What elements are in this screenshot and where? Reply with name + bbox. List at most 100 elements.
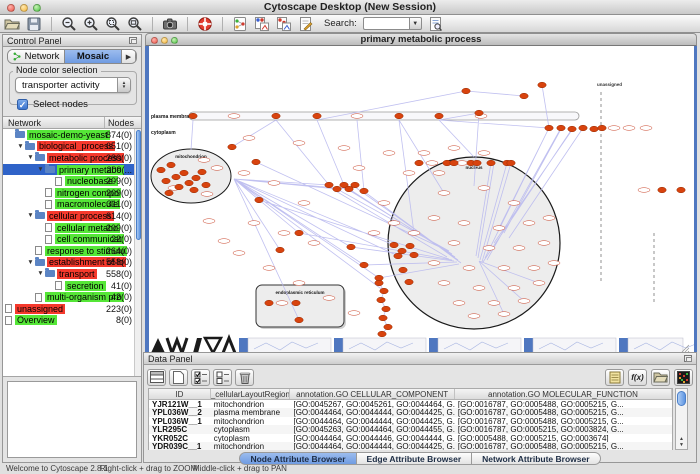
network-node[interactable] — [487, 160, 495, 166]
network-node[interactable] — [473, 160, 481, 166]
close-button[interactable] — [7, 4, 15, 12]
network-node-label[interactable] — [463, 266, 475, 271]
network-node-label[interactable] — [623, 126, 635, 131]
network-node-label[interactable] — [276, 301, 288, 306]
select-nodes-checkbox[interactable]: ✓ — [17, 99, 28, 110]
network-node[interactable] — [360, 188, 368, 194]
network-node-label[interactable] — [293, 141, 305, 146]
network-node[interactable] — [415, 160, 423, 166]
network-node[interactable] — [292, 300, 300, 306]
expand-triangle-icon[interactable]: ▼ — [26, 212, 35, 219]
network-node[interactable] — [405, 279, 413, 285]
float-panel-icon[interactable] — [129, 37, 137, 44]
network-node-label[interactable] — [433, 171, 445, 176]
network-node-label[interactable] — [418, 151, 430, 156]
network-node[interactable] — [538, 82, 546, 88]
network-node[interactable] — [333, 186, 341, 192]
network-node-label[interactable] — [428, 261, 440, 266]
network-node-label[interactable] — [498, 312, 510, 317]
network-node[interactable] — [180, 170, 188, 176]
network-node-label[interactable] — [233, 251, 245, 256]
zoom-button[interactable] — [171, 37, 178, 44]
network-node-label[interactable] — [543, 216, 555, 221]
network-node-label[interactable] — [483, 246, 495, 251]
delete-attribute-button[interactable] — [235, 369, 254, 386]
network-node[interactable] — [228, 144, 236, 150]
network-node[interactable] — [394, 253, 402, 259]
network-node-label[interactable] — [198, 158, 210, 163]
network-node-label[interactable] — [513, 246, 525, 251]
tree-column-nodes[interactable]: Nodes — [105, 117, 141, 128]
tree-item[interactable]: ▼cellular process614(0) — [3, 210, 141, 222]
network-node[interactable] — [579, 125, 587, 131]
network-node-label[interactable] — [403, 171, 415, 176]
network-node[interactable] — [192, 175, 200, 181]
network-node-label[interactable] — [508, 201, 520, 206]
network-node[interactable] — [598, 125, 606, 131]
network-node[interactable] — [377, 297, 385, 303]
tab-node-attribute-browser[interactable]: Node Attribute Browser — [239, 452, 356, 465]
float-panel-icon[interactable] — [684, 355, 692, 362]
network-node[interactable] — [252, 159, 260, 165]
table-row[interactable]: YDR039C__1mitochondrion[GO:0044464, GO:0… — [149, 442, 672, 450]
search-dropdown-button[interactable]: ▼ — [409, 17, 422, 30]
network-node[interactable] — [325, 182, 333, 188]
network-node-label[interactable] — [278, 231, 290, 236]
network-node-label[interactable] — [248, 221, 260, 226]
tree-item[interactable]: ▼metabolic process280(0) — [3, 152, 141, 164]
table-row[interactable]: YJR121W__1mitochondrion[GO:0045267, GO:0… — [149, 400, 672, 408]
network-node[interactable] — [265, 300, 273, 306]
network-node-label[interactable] — [448, 146, 460, 151]
network-node[interactable] — [295, 317, 303, 323]
zoom-in-icon[interactable] — [83, 16, 99, 32]
network-node-label[interactable] — [351, 114, 363, 119]
network-node-label[interactable] — [293, 281, 305, 286]
network-node-label[interactable] — [243, 136, 255, 141]
network-node[interactable] — [384, 324, 392, 330]
save-session-icon[interactable] — [26, 16, 42, 32]
table-scrollbar[interactable]: ▲▼ — [675, 388, 688, 450]
network-node-label[interactable] — [348, 311, 360, 316]
network-node-label[interactable] — [488, 301, 500, 306]
network-node[interactable] — [658, 187, 666, 193]
tree-item[interactable]: ▼biological_process651(0) — [3, 141, 141, 153]
network-node[interactable] — [390, 242, 398, 248]
expand-triangle-icon[interactable]: ▼ — [36, 166, 45, 173]
snapshot-icon[interactable] — [162, 16, 178, 32]
tree-item[interactable]: nucleobase-209(0) — [3, 175, 141, 187]
matrix-view-button[interactable] — [674, 369, 693, 386]
network-node-label[interactable] — [528, 266, 540, 271]
tree-item[interactable]: multi-organism pro42(0) — [3, 291, 141, 303]
network-manager-icon[interactable] — [232, 16, 248, 32]
unselect-attributes-button[interactable] — [213, 369, 232, 386]
table-column-header[interactable]: annotation.GO CELLULAR_COMPONENT — [290, 389, 454, 399]
network-node-label[interactable] — [498, 266, 510, 271]
network-node[interactable] — [462, 88, 470, 94]
tree-scrollbar[interactable] — [134, 129, 141, 376]
network-node[interactable] — [190, 187, 198, 193]
network-node-label[interactable] — [228, 114, 240, 119]
network-node[interactable] — [172, 174, 180, 180]
network-node[interactable] — [382, 306, 390, 312]
network-node-label[interactable] — [508, 286, 520, 291]
network-node[interactable] — [435, 113, 443, 119]
zoom-selected-icon[interactable] — [105, 16, 121, 32]
network-node-label[interactable] — [523, 221, 535, 226]
birdseye-overview[interactable] — [7, 381, 137, 458]
tab-network-attribute-browser[interactable]: Network Attribute Browser — [472, 452, 600, 465]
network-node[interactable] — [167, 162, 175, 168]
network-node[interactable] — [410, 252, 418, 258]
network-node[interactable] — [175, 184, 183, 190]
new-attribute-button[interactable] — [169, 369, 188, 386]
network-node-label[interactable] — [518, 299, 530, 304]
network-node[interactable] — [202, 182, 210, 188]
help-icon[interactable] — [197, 16, 213, 32]
network-canvas[interactable]: plasma membrane cytoplasm mitochondrion … — [145, 46, 697, 353]
network-node-label[interactable] — [268, 181, 280, 186]
zoom-button[interactable] — [33, 4, 41, 12]
tree-item[interactable]: response to stimulu264(0) — [3, 245, 141, 257]
vizmapper-node-icon[interactable] — [254, 16, 270, 32]
network-node[interactable] — [507, 160, 515, 166]
network-node-label[interactable] — [438, 191, 450, 196]
network-node-label[interactable] — [203, 219, 215, 224]
